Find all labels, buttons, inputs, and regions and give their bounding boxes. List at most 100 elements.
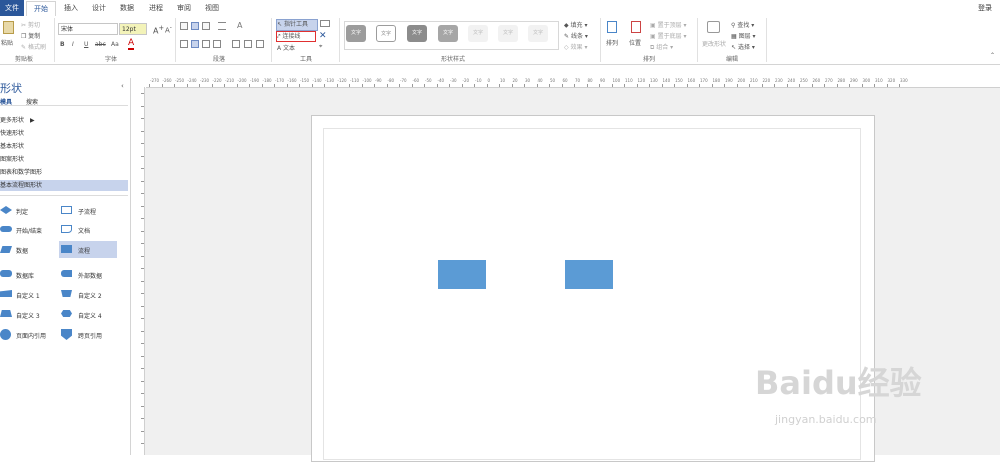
layers-button[interactable]: ▦ 图层 ▾ — [731, 31, 756, 40]
shape-custom-4[interactable]: 自定义 4 — [78, 311, 102, 320]
tab-file[interactable]: 文件 — [0, 0, 24, 16]
position-button[interactable]: 位置 — [629, 38, 641, 47]
shape-style-7[interactable]: 文字 — [528, 25, 548, 42]
editing-group-label: 编辑 — [726, 56, 739, 63]
paste-button[interactable]: 粘贴 — [1, 38, 13, 47]
change-case-button[interactable]: Aa — [111, 41, 119, 48]
paste-icon[interactable] — [3, 21, 14, 34]
tab-process[interactable]: 进程 — [149, 3, 163, 13]
process-shape-2[interactable] — [565, 260, 613, 289]
database-shape-icon — [0, 270, 12, 277]
align-top-icon[interactable] — [180, 22, 188, 30]
increase-indent-icon[interactable] — [244, 40, 252, 48]
shape-start-end[interactable]: 开始/结束 — [16, 226, 42, 235]
italic-button[interactable]: I — [72, 41, 74, 48]
cut-button[interactable]: ✂ 剪切 — [21, 20, 40, 29]
ruler-tick-mark — [874, 84, 875, 87]
change-shape-button[interactable]: 更改形状 — [702, 39, 726, 48]
shape-style-2[interactable]: 文字 — [376, 25, 396, 42]
grow-font-icon[interactable]: A+ — [153, 24, 164, 36]
align-center-icon[interactable] — [191, 40, 199, 48]
change-shape-icon[interactable] — [707, 21, 720, 33]
strikethrough-button[interactable]: abc — [95, 41, 106, 48]
ruler-tick-label: -160 — [287, 78, 297, 83]
shape-off-page-reference[interactable]: 跨页引用 — [78, 331, 102, 340]
tab-review[interactable]: 审阅 — [177, 3, 191, 13]
collapse-panel-icon[interactable]: ‹ — [121, 82, 124, 90]
shape-style-6[interactable]: 文字 — [498, 25, 518, 42]
stencil-item[interactable]: 图表和数学图形 — [0, 167, 128, 178]
connector-tool-button[interactable]: ⤤ 连接线 — [276, 31, 316, 42]
pointer-tool-button[interactable]: ↖ 指针工具 — [276, 19, 318, 31]
arrange-icon[interactable] — [607, 21, 617, 33]
shape-custom-1[interactable]: 自定义 1 — [16, 291, 40, 300]
bullets-icon[interactable] — [218, 22, 226, 30]
close-icon[interactable]: ✕ — [319, 31, 327, 41]
shape-external-data[interactable]: 外部数据 — [78, 271, 102, 280]
login-link[interactable]: 登录 — [978, 3, 992, 13]
scissors-icon: ✂ — [21, 22, 28, 29]
shape-style-3[interactable]: 文字 — [407, 25, 427, 42]
underline-button[interactable]: U — [84, 41, 88, 48]
ruler-tick-label: -230 — [200, 78, 210, 83]
arrange-button[interactable]: 排列 — [606, 38, 618, 47]
stencil-item[interactable]: 基本形状 — [0, 141, 128, 152]
font-family-select[interactable]: 宋体 — [58, 23, 118, 35]
shape-data[interactable]: 数据 — [16, 246, 28, 255]
shape-process[interactable]: 流程 — [78, 246, 90, 255]
chevron-right-icon: ▶ — [29, 117, 35, 124]
shape-style-1[interactable]: 文字 — [346, 25, 366, 42]
text-direction-icon[interactable] — [256, 40, 264, 48]
line-button[interactable]: ✎ 线条 ▾ — [564, 31, 588, 40]
shape-custom-3[interactable]: 自定义 3 — [16, 311, 40, 320]
shape-on-page-reference[interactable]: 页面内引用 — [16, 331, 46, 340]
tab-design[interactable]: 设计 — [92, 3, 106, 13]
rectangle-icon[interactable] — [320, 20, 330, 27]
find-button[interactable]: ⚲ 查找 ▾ — [731, 20, 754, 29]
ruler-tick-mark — [786, 84, 788, 87]
shape-document[interactable]: 文档 — [78, 226, 90, 235]
stencil-item[interactable]: 图案形状 — [0, 154, 128, 165]
font-size-select[interactable]: 12pt — [119, 23, 147, 35]
process-shape-1[interactable] — [438, 260, 486, 289]
data-shape-icon — [0, 246, 12, 253]
group-button[interactable]: ⧉ 组合 ▾ — [650, 42, 673, 52]
select-button[interactable]: ↖ 选择 ▾ — [731, 42, 755, 51]
decrease-indent-icon[interactable] — [232, 40, 240, 48]
send-to-back-button[interactable]: ▣ 置于底层 ▾ — [650, 31, 687, 40]
tab-insert[interactable]: 插入 — [64, 3, 78, 13]
shape-database[interactable]: 数据库 — [16, 271, 34, 280]
shape-style-4[interactable]: 文字 — [438, 25, 458, 42]
collapse-ribbon-icon[interactable]: ⌃ — [990, 52, 995, 59]
ruler-tick-mark — [149, 84, 150, 87]
ruler-tick-label: -260 — [162, 78, 172, 83]
position-icon[interactable] — [631, 21, 641, 33]
copy-button[interactable]: ❐ 复制 — [21, 31, 40, 40]
stencil-item[interactable]: 快速形状 — [0, 128, 128, 139]
effect-button[interactable]: ◇ 效果 ▾ — [564, 42, 587, 51]
more-shapes-item[interactable]: 更多形状 ▶ — [0, 115, 128, 126]
bring-to-front-button[interactable]: ▣ 置于顶层 ▾ — [650, 20, 687, 29]
align-right-icon[interactable] — [202, 40, 210, 48]
tab-data[interactable]: 数据 — [120, 3, 134, 13]
text-block-icon[interactable]: A — [237, 21, 242, 30]
fill-button[interactable]: ◆ 填充 ▾ — [564, 20, 587, 29]
font-color-button[interactable]: A — [128, 39, 135, 50]
align-middle-icon[interactable] — [191, 22, 199, 30]
tab-view[interactable]: 视图 — [205, 3, 219, 13]
text-tool-button[interactable]: A 文本 — [277, 43, 295, 52]
align-left-icon[interactable] — [180, 40, 188, 48]
group-divider — [600, 18, 601, 62]
shrink-font-icon[interactable]: A- — [165, 25, 172, 34]
shape-subprocess[interactable]: 子流程 — [78, 207, 96, 216]
align-bottom-icon[interactable] — [202, 22, 210, 30]
stencil-item-selected[interactable]: 基本流程图形状 — [0, 180, 128, 191]
off-page-reference-shape-icon — [61, 329, 72, 340]
shape-custom-2[interactable]: 自定义 2 — [78, 291, 102, 300]
shape-style-5[interactable]: 文字 — [468, 25, 488, 42]
bold-button[interactable]: B — [60, 41, 65, 48]
justify-icon[interactable] — [213, 40, 221, 48]
shape-decision[interactable]: 判定 — [16, 207, 28, 216]
format-painter-button[interactable]: ✎ 格式刷 — [21, 42, 46, 51]
connection-point-icon[interactable]: ⌖ — [319, 43, 322, 51]
